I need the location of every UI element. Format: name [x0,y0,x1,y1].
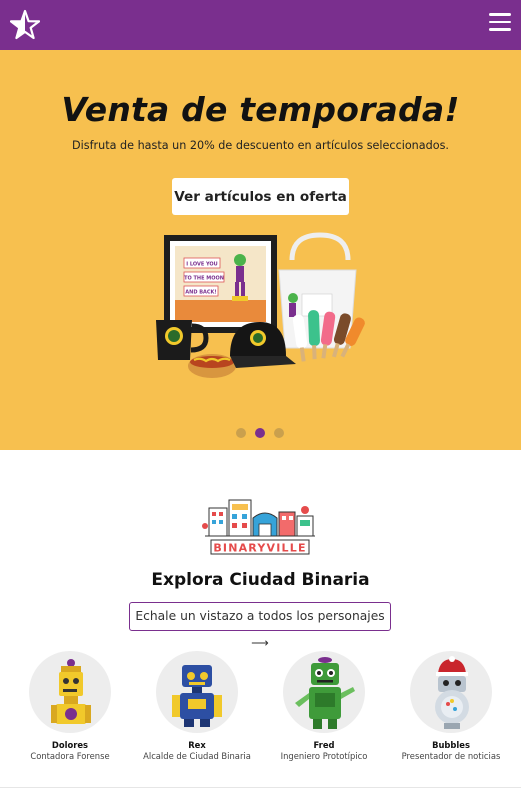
view-all-characters-link[interactable]: Echale un vistazo a todos los personajes… [129,602,391,650]
hamburger-menu-icon[interactable] [489,13,511,35]
rex-robot-icon [172,665,222,727]
star-outline-icon[interactable] [10,9,40,41]
hero-title: Venta de temporada! [61,90,460,129]
character-name: Dolores [51,740,89,750]
binaryville-logo-text: BINARYVILLE [213,542,306,555]
character-role: Alcalde de Ciudad Binaria [143,751,251,761]
poster-text-3: AND BACK! [185,290,216,296]
carousel-dot-1[interactable] [236,428,246,438]
avatar [410,651,492,733]
bubbles-robot-icon [435,656,469,729]
poster-text-1: I LOVE YOU [186,262,218,268]
avatar [29,651,111,733]
sale-products-image: I LOVE YOU TO THE MOON AND BACK! [156,232,365,378]
character-name: Rex [188,740,206,750]
character-name: Bubbles [432,740,470,750]
character-name: Fred [313,740,335,750]
hero-banner: Venta de temporada! Disfruta de hasta un… [0,50,521,450]
character-card-fred[interactable]: Fred Ingeniero Prototípico [259,651,389,761]
character-role: Contadora Forense [30,751,110,761]
explore-section-title: Explora Ciudad Binaria [151,570,370,590]
carousel-dot-2[interactable] [255,428,265,438]
hero-subtitle: Disfruta de hasta un 20% de descuento en… [72,139,449,152]
character-card-dolores[interactable]: Dolores Contadora Forense [5,651,135,761]
top-navigation-bar [0,0,521,50]
divider [0,787,521,788]
character-card-rex[interactable]: Rex Alcalde de Ciudad Binaria [132,651,262,761]
character-card-bubbles[interactable]: Bubbles Presentador de noticias [386,651,516,761]
dolores-robot-icon [51,659,91,724]
poster-text-2: TO THE MOON [184,276,224,282]
carousel-dot-3[interactable] [274,428,284,438]
avatar [283,651,365,733]
character-role: Presentador de noticias [401,751,501,761]
avatar [156,651,238,733]
character-role: Ingeniero Prototípico [280,751,368,761]
fred-robot-icon [295,657,355,729]
binaryville-logo[interactable]: BINARYVILLE [201,496,319,558]
view-sale-items-button[interactable]: Ver artículos en oferta [172,178,349,215]
